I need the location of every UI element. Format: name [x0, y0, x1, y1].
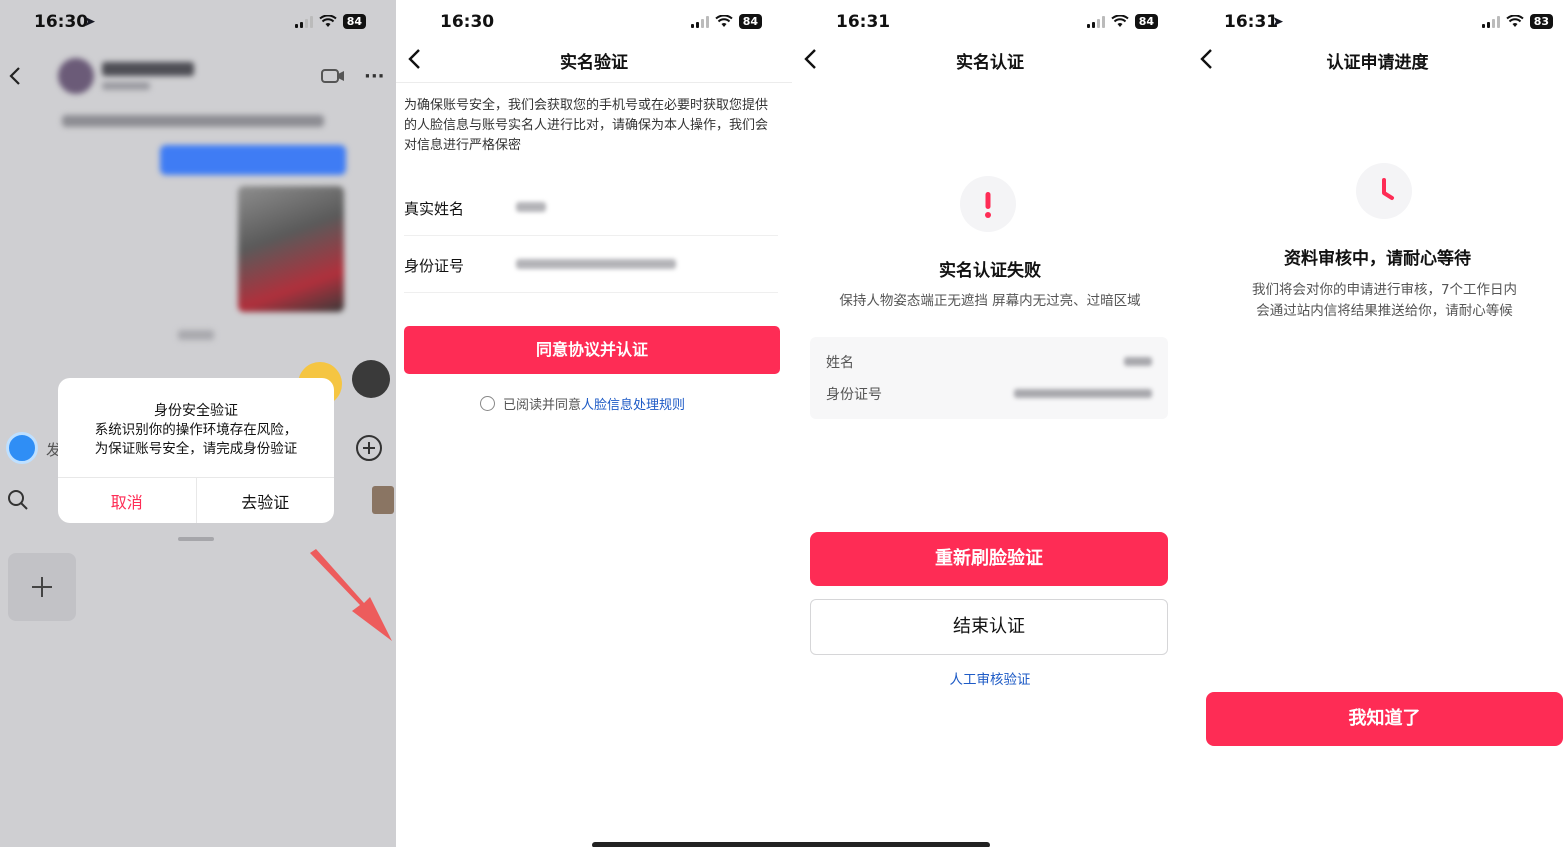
got-it-button[interactable]: 我知道了: [1206, 692, 1563, 746]
contact-status-redacted: [102, 82, 150, 90]
recent-image-thumbnail[interactable]: [372, 486, 394, 514]
dialog-title: 身份安全验证: [154, 403, 238, 419]
real-name-verify-screen: 16:30 84 实名验证 为确保账号安全，我们会获取您的手机号或在必要时获取您…: [396, 0, 792, 847]
video-call-icon[interactable]: [320, 66, 346, 86]
status-time: 16:30: [34, 12, 89, 32]
wifi-icon: [319, 15, 337, 27]
name-value-redacted: [1124, 357, 1152, 366]
status-time: 16:31: [1224, 12, 1279, 32]
dialog-body-line1: 系统识别你的操作环境存在风险，: [94, 422, 298, 438]
own-avatar: [352, 360, 390, 398]
location-arrow-icon: ➤: [84, 14, 96, 30]
page-title: 认证申请进度: [1326, 53, 1429, 73]
id-number-label: 身份证号: [404, 257, 465, 275]
face-info-rules-link[interactable]: 人脸信息处理规则: [581, 394, 685, 413]
status-icons: 83: [1481, 14, 1553, 29]
dialog-body: 系统识别你的操作环境存在风险， 为保证账号安全，请完成身份验证: [68, 421, 324, 459]
message-bubble-redacted: [160, 145, 346, 175]
battery-icon: 84: [342, 14, 366, 29]
status-time: 16:31: [836, 12, 891, 32]
nav-bar: 认证申请进度: [1188, 40, 1567, 80]
camera-icon[interactable]: [6, 432, 38, 464]
status-icons: 84: [690, 14, 762, 29]
nav-divider: [396, 82, 792, 83]
privacy-notice: 为确保账号安全，我们会获取您的手机号或在必要时获取您提供的人脸信息与账号实名人进…: [404, 98, 769, 153]
chat-screen: 16:30 ➤ 84 ··· 发 身份安全验证 系统识别你的操作环境存在风险， …: [0, 0, 396, 847]
real-name-field[interactable]: 真实姓名: [404, 180, 778, 236]
name-row: 姓名: [826, 349, 1152, 373]
wifi-icon: [1111, 15, 1129, 27]
result-description: 保持人物姿态端正无遮挡 屏幕内无过亮、过暗区域: [839, 293, 1141, 309]
end-verification-button[interactable]: 结束认证: [810, 599, 1168, 655]
add-tile[interactable]: [8, 553, 76, 621]
status-icons: 84: [1086, 14, 1158, 29]
battery-icon: 84: [1134, 14, 1158, 29]
id-number-field[interactable]: 身份证号: [404, 237, 778, 293]
battery-icon: 83: [1529, 14, 1553, 29]
wifi-icon: [715, 15, 733, 27]
more-options-icon[interactable]: ···: [364, 66, 385, 87]
manual-review-link[interactable]: 人工审核验证: [792, 668, 1188, 688]
home-indicator: [592, 842, 990, 847]
result-description: 我们将会对你的申请进行审核，7个工作日内会通过站内信将结果推送给你，请耐心等候: [1251, 282, 1518, 319]
signal-icon: [690, 15, 709, 28]
chat-header: ···: [0, 52, 396, 102]
go-verify-button[interactable]: 去验证: [197, 478, 335, 523]
back-chevron-icon[interactable]: [8, 66, 22, 86]
result-title: 资料审核中，请耐心等待: [1284, 249, 1471, 269]
plus-circle-icon[interactable]: [354, 433, 384, 463]
message-image-redacted[interactable]: [238, 186, 344, 312]
contact-avatar[interactable]: [58, 58, 94, 94]
panel-drag-handle[interactable]: [178, 537, 214, 541]
agreement-row: 已阅读并同意 人脸信息处理规则: [480, 394, 685, 413]
status-time: 16:30: [440, 12, 495, 32]
status-bar: 16:30 84: [396, 0, 792, 44]
red-arrow-annotation-icon: [310, 549, 392, 641]
search-icon[interactable]: [6, 488, 30, 512]
result-title: 实名认证失败: [939, 261, 1041, 281]
nav-bar: 实名认证: [792, 40, 1188, 80]
verify-progress-screen: 16:31 ➤ 83 认证申请进度 资料审核中，请耐心等待 我们将会对你的申请进…: [1188, 0, 1567, 847]
cancel-button[interactable]: 取消: [58, 478, 197, 523]
verify-failed-screen: 16:31 84 实名认证 实名认证失败 保持人物姿态端正无遮挡 屏幕内无过亮、…: [792, 0, 1188, 847]
status-bar: 16:31 84: [792, 0, 1188, 44]
signal-icon: [1481, 15, 1500, 28]
id-label: 身份证号: [826, 387, 882, 403]
id-value-redacted: [1014, 389, 1152, 398]
agree-checkbox[interactable]: [480, 396, 495, 411]
page-title: 实名验证: [560, 53, 628, 73]
identity-info-card: 姓名 身份证号: [810, 337, 1168, 419]
name-label: 姓名: [826, 355, 854, 371]
dialog-buttons: 取消 去验证: [58, 477, 334, 523]
plus-icon: [32, 577, 52, 597]
agree-prefix: 已阅读并同意: [503, 398, 582, 413]
real-name-label: 真实姓名: [404, 200, 465, 218]
dialog-body-line2: 为保证账号安全，请完成身份验证: [94, 441, 298, 457]
exclamation-icon: [960, 176, 1016, 232]
message-time-redacted: [178, 330, 214, 340]
status-bar: 16:30 ➤ 84: [0, 0, 396, 44]
status-icons: 84: [294, 14, 366, 29]
id-row: 身份证号: [826, 381, 1152, 405]
status-bar: 16:31 ➤ 83: [1188, 0, 1567, 44]
clock-icon: [1356, 163, 1412, 219]
id-number-value-redacted: [516, 259, 676, 269]
battery-icon: 84: [738, 14, 762, 29]
wifi-icon: [1506, 15, 1524, 27]
contact-name-redacted: [102, 62, 194, 76]
location-arrow-icon: ➤: [1272, 14, 1284, 30]
agree-and-verify-button[interactable]: 同意协议并认证: [404, 326, 780, 374]
nav-bar: 实名验证: [396, 40, 792, 80]
signal-icon: [1086, 15, 1105, 28]
signal-icon: [294, 15, 313, 28]
system-notice-redacted: [62, 115, 324, 127]
page-title: 实名认证: [956, 53, 1024, 73]
real-name-value-redacted: [516, 202, 546, 212]
security-verify-dialog: 身份安全验证 系统识别你的操作环境存在风险， 为保证账号安全，请完成身份验证 取…: [58, 378, 334, 523]
retry-face-verify-button[interactable]: 重新刷脸验证: [810, 532, 1168, 586]
